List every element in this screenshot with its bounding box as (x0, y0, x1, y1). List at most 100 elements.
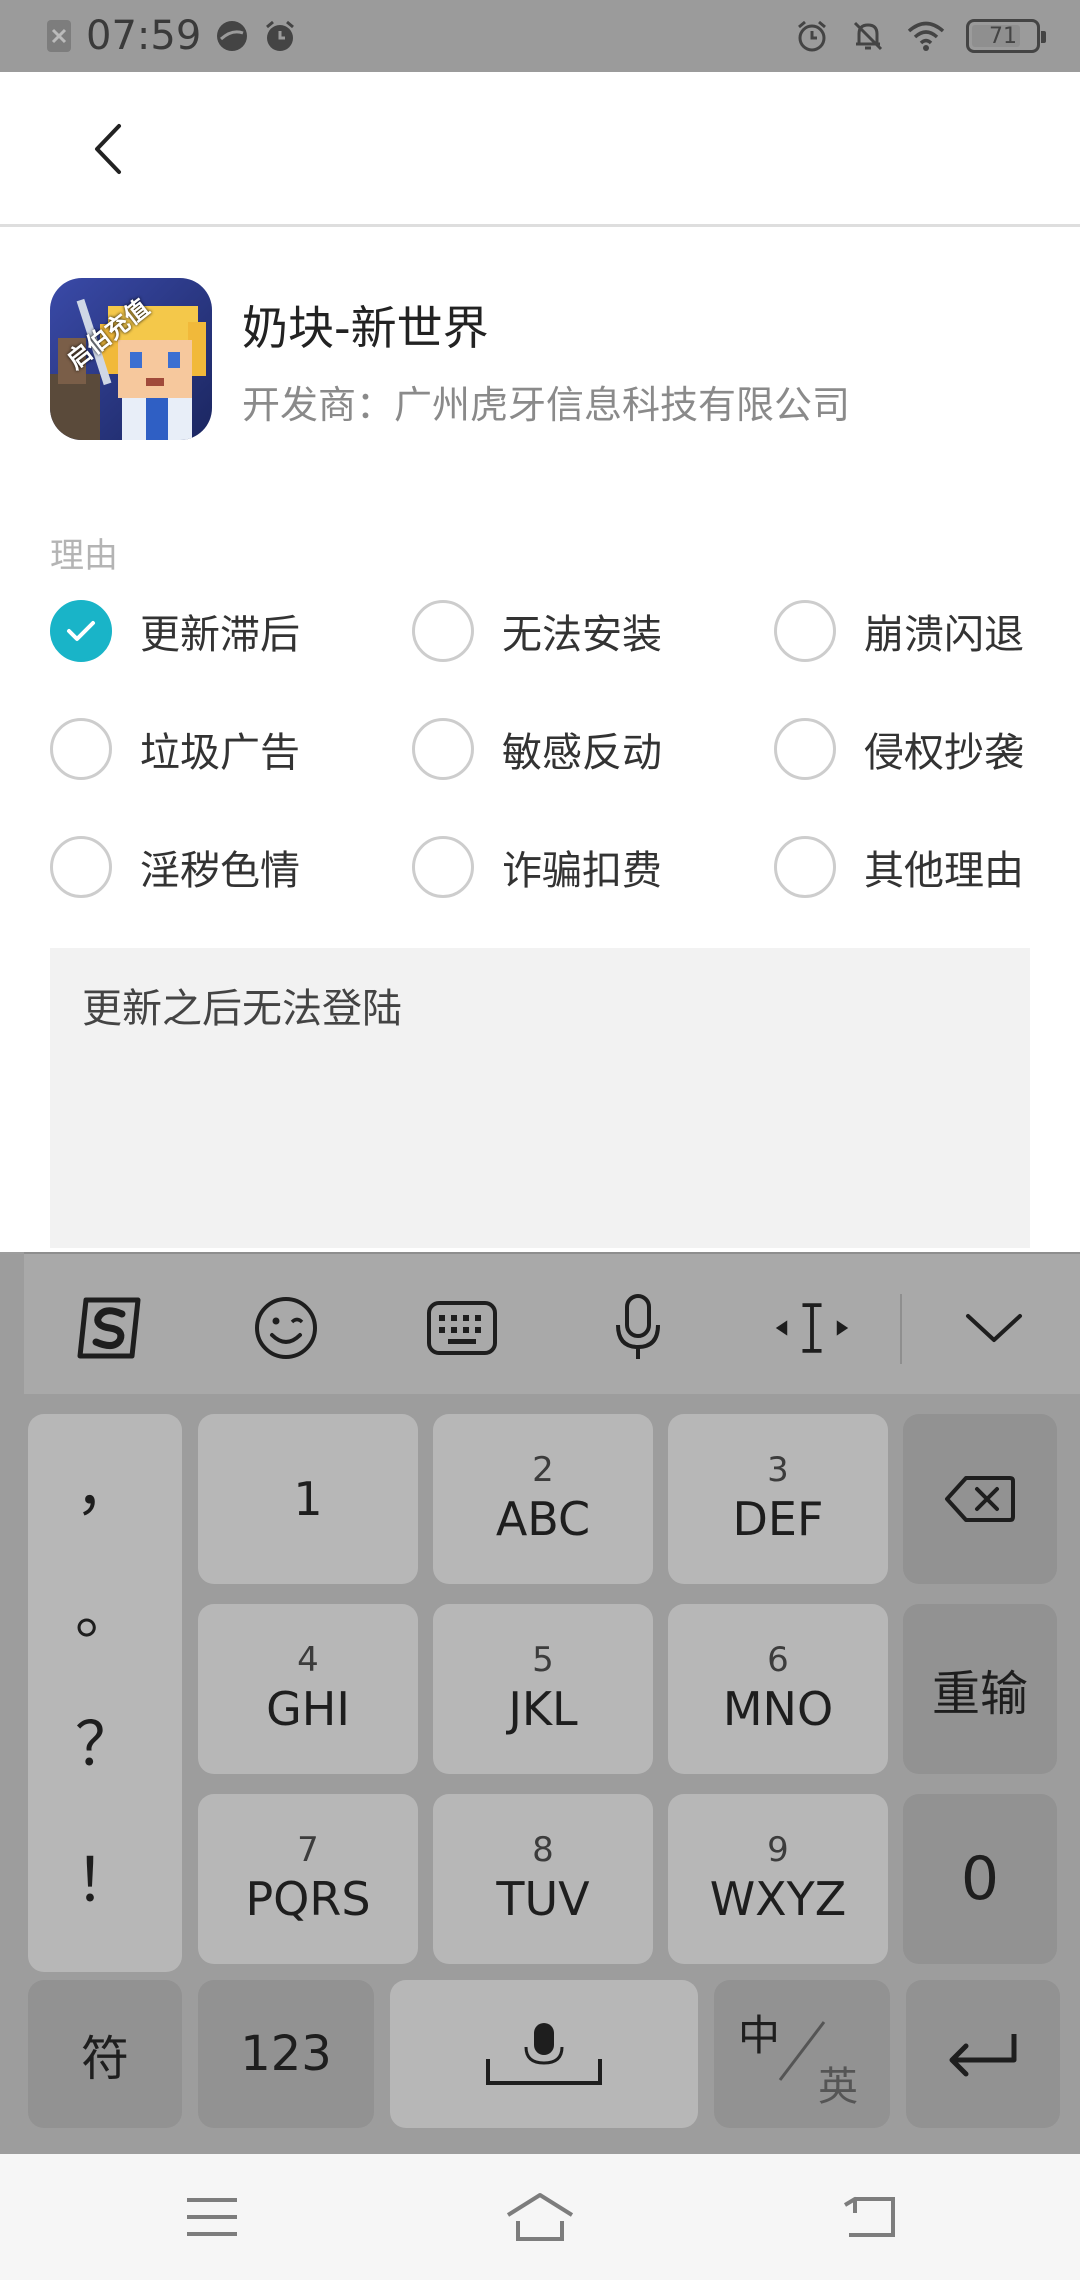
reason-option[interactable]: 侵权抄袭 (774, 714, 1024, 784)
reason-option[interactable]: 淫秽色情 (50, 832, 300, 902)
numbers-key-label: 123 (240, 2026, 332, 2082)
backspace-icon (945, 1476, 1015, 1522)
lang-en-label: 英 (818, 2064, 858, 2110)
key-number: 7 (297, 1830, 319, 1870)
chevron-left-icon (95, 124, 121, 174)
key-letters: GHI (266, 1682, 350, 1736)
alarm-icon (798, 20, 826, 52)
checkmark-icon (67, 621, 95, 641)
key-letters: WXYZ (709, 1872, 847, 1926)
symbols-key-label: 符 (80, 2031, 129, 2087)
delete-key[interactable] (903, 1414, 1057, 1584)
reason-option-label: 其他理由 (864, 848, 1024, 894)
app-name: 奶块-新世界 (242, 301, 489, 355)
toolbar-divider (900, 1294, 902, 1364)
menu-icon (187, 2198, 237, 2236)
reason-option-label: 诈骗扣费 (502, 848, 662, 894)
key-letters: ABC (495, 1492, 591, 1546)
key-6[interactable]: 6 MNO (668, 1604, 888, 1774)
punct-comma[interactable]: ， (28, 1440, 182, 1527)
punct-period[interactable]: 。 (28, 1564, 182, 1651)
space-mic-icon (486, 2023, 602, 2085)
microphone-icon[interactable] (598, 1288, 678, 1368)
emoji-icon[interactable] (246, 1288, 326, 1368)
punct-question[interactable]: ？ (28, 1696, 182, 1783)
reason-option[interactable]: 诈骗扣费 (412, 832, 662, 902)
key-letters: TUV (496, 1872, 590, 1926)
key-number: 3 (767, 1450, 789, 1490)
key-letters: 1 (293, 1472, 323, 1526)
radio-unchecked[interactable] (412, 836, 474, 898)
key-number: 8 (532, 1830, 554, 1870)
radio-unchecked[interactable] (50, 836, 112, 898)
key-number: 4 (297, 1640, 319, 1680)
back-button[interactable] (78, 114, 138, 184)
reason-option[interactable]: 其他理由 (774, 832, 1024, 902)
description-input[interactable]: 更新之后无法登陆 (50, 948, 1030, 1248)
reset-key-label: 重输 (931, 1666, 1028, 1722)
cursor-move-icon[interactable] (772, 1288, 852, 1368)
space-key[interactable] (390, 1980, 698, 2128)
sogou-logo-icon[interactable] (72, 1288, 152, 1368)
reason-option-label: 淫秽色情 (140, 848, 300, 894)
page-header (0, 72, 1080, 227)
mute-bell-icon (853, 21, 883, 51)
back-nav-button[interactable] (830, 2184, 910, 2250)
status-time: 07:59 (86, 13, 202, 59)
key-8[interactable]: 8 TUV (433, 1794, 653, 1964)
status-bar: 07:59 71 (0, 0, 1080, 72)
ime-keyboard: ， 。 ？ ！ 1 2 ABC 3 DEF 4 GHI 5 JKL 6 MNO … (0, 1252, 1080, 2154)
system-nav-bar (0, 2154, 1080, 2280)
developer-name: 广州虎牙信息科技有限公司 (394, 383, 851, 427)
app-info: 启伯充值 奶块-新世界 开发商：广州虎牙信息科技有限公司 (50, 278, 1030, 440)
reason-option-label: 崩溃闪退 (864, 612, 1024, 658)
developer-label: 开发商： (242, 383, 395, 427)
description-text: 更新之后无法登陆 (82, 986, 402, 1032)
language-switch-key[interactable]: 中 英 (714, 1980, 890, 2128)
key-letters: PQRS (245, 1872, 371, 1926)
key-number: 9 (767, 1830, 789, 1870)
numbers-key[interactable]: 123 (198, 1980, 374, 2128)
reason-option[interactable]: 更新滞后 (50, 596, 300, 666)
punctuation-column[interactable]: ， 。 ？ ！ (28, 1414, 182, 1972)
reason-option-label: 敏感反动 (502, 730, 662, 776)
reason-option-label: 侵权抄袭 (864, 730, 1024, 776)
keyboard-toolbar (24, 1252, 1080, 1394)
radio-unchecked[interactable] (50, 718, 112, 780)
home-button[interactable] (500, 2184, 580, 2250)
reason-option-label: 无法安装 (502, 612, 662, 658)
radio-unchecked[interactable] (774, 836, 836, 898)
key-2[interactable]: 2 ABC (433, 1414, 653, 1584)
symbols-key[interactable]: 符 (28, 1980, 182, 2128)
reason-option[interactable]: 敏感反动 (412, 714, 662, 784)
key-5[interactable]: 5 JKL (433, 1604, 653, 1774)
enter-icon (949, 2034, 1017, 2077)
radio-unchecked[interactable] (774, 718, 836, 780)
home-icon (506, 2193, 574, 2241)
wifi-icon (907, 21, 945, 51)
zero-key[interactable]: 0 (903, 1794, 1057, 1964)
radio-unchecked[interactable] (412, 600, 474, 662)
radio-unchecked[interactable] (774, 600, 836, 662)
radio-unchecked[interactable] (412, 718, 474, 780)
key-9[interactable]: 9 WXYZ (668, 1794, 888, 1964)
keyboard-icon[interactable] (422, 1288, 502, 1368)
zero-key-label: 0 (960, 1844, 1000, 1914)
key-7[interactable]: 7 PQRS (198, 1794, 418, 1964)
key-3[interactable]: 3 DEF (668, 1414, 888, 1584)
reason-option[interactable]: 崩溃闪退 (774, 596, 1024, 666)
punct-exclamation[interactable]: ！ (28, 1832, 182, 1919)
reason-option[interactable]: 无法安装 (412, 596, 662, 666)
key-1[interactable]: 1 (198, 1414, 418, 1584)
reason-option[interactable]: 垃圾广告 (50, 714, 300, 784)
key-number: 5 (532, 1640, 554, 1680)
key-letters: MNO (722, 1682, 834, 1736)
enter-key[interactable] (906, 1980, 1060, 2128)
collapse-keyboard-icon[interactable] (954, 1288, 1034, 1368)
radio-checked[interactable] (50, 600, 112, 662)
reset-key[interactable]: 重输 (903, 1604, 1057, 1774)
key-number: 6 (767, 1640, 789, 1680)
key-4[interactable]: 4 GHI (198, 1604, 418, 1774)
menu-button[interactable] (172, 2184, 252, 2250)
key-letters: JKL (508, 1682, 578, 1736)
